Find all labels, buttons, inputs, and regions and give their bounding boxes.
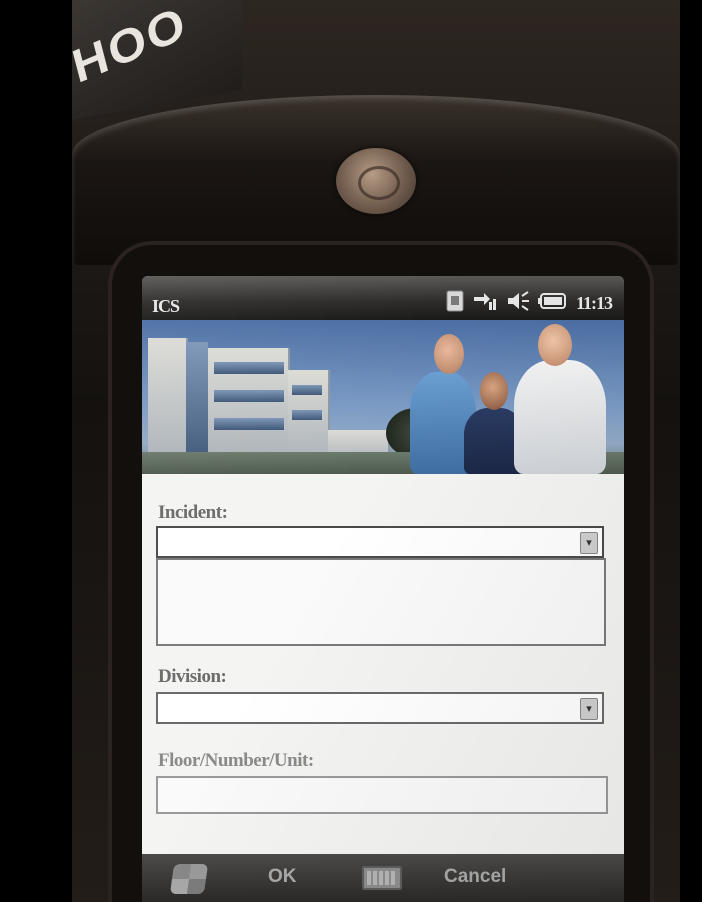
motorola-logo-icon <box>336 148 416 214</box>
incident-details-textarea[interactable] <box>156 558 606 646</box>
device-sticker-text: HOO <box>72 0 193 94</box>
signal-transfer-icon[interactable] <box>472 290 498 317</box>
status-icons: 11:13 <box>446 290 613 317</box>
softkey-bar: OK Cancel <box>142 854 624 902</box>
division-label: Division: <box>158 666 227 687</box>
device-screen: ICS 11:13 Incident: ▾ Division: ▾ Floor/… <box>142 276 624 902</box>
photo-background: HOO ICS 11:13 Incident: ▾ Division: ▾ Fl… <box>0 0 702 902</box>
windows-start-icon[interactable] <box>169 864 209 894</box>
cancel-button[interactable]: Cancel <box>444 866 506 888</box>
incident-dropdown[interactable]: ▾ <box>156 526 604 558</box>
keyboard-icon[interactable] <box>362 866 402 890</box>
clock-time[interactable]: 11:13 <box>576 293 613 314</box>
volume-icon[interactable] <box>506 290 530 317</box>
hospital-banner-image <box>142 320 624 474</box>
ok-button[interactable]: OK <box>268 866 297 888</box>
incident-form: Incident: ▾ Division: ▾ Floor/Number/Uni… <box>142 474 624 854</box>
incident-label: Incident: <box>158 502 228 523</box>
floor-number-unit-input[interactable] <box>156 776 608 814</box>
sim-card-icon[interactable] <box>446 290 464 317</box>
floor-number-unit-label: Floor/Number/Unit: <box>158 750 314 771</box>
chevron-down-icon[interactable]: ▾ <box>580 698 598 720</box>
chevron-down-icon[interactable]: ▾ <box>580 532 598 554</box>
status-bar: ICS 11:13 <box>142 276 624 320</box>
app-title: ICS <box>152 296 180 316</box>
battery-icon[interactable] <box>537 290 568 317</box>
division-dropdown[interactable]: ▾ <box>156 692 604 724</box>
doctor-figure-right <box>514 360 606 474</box>
